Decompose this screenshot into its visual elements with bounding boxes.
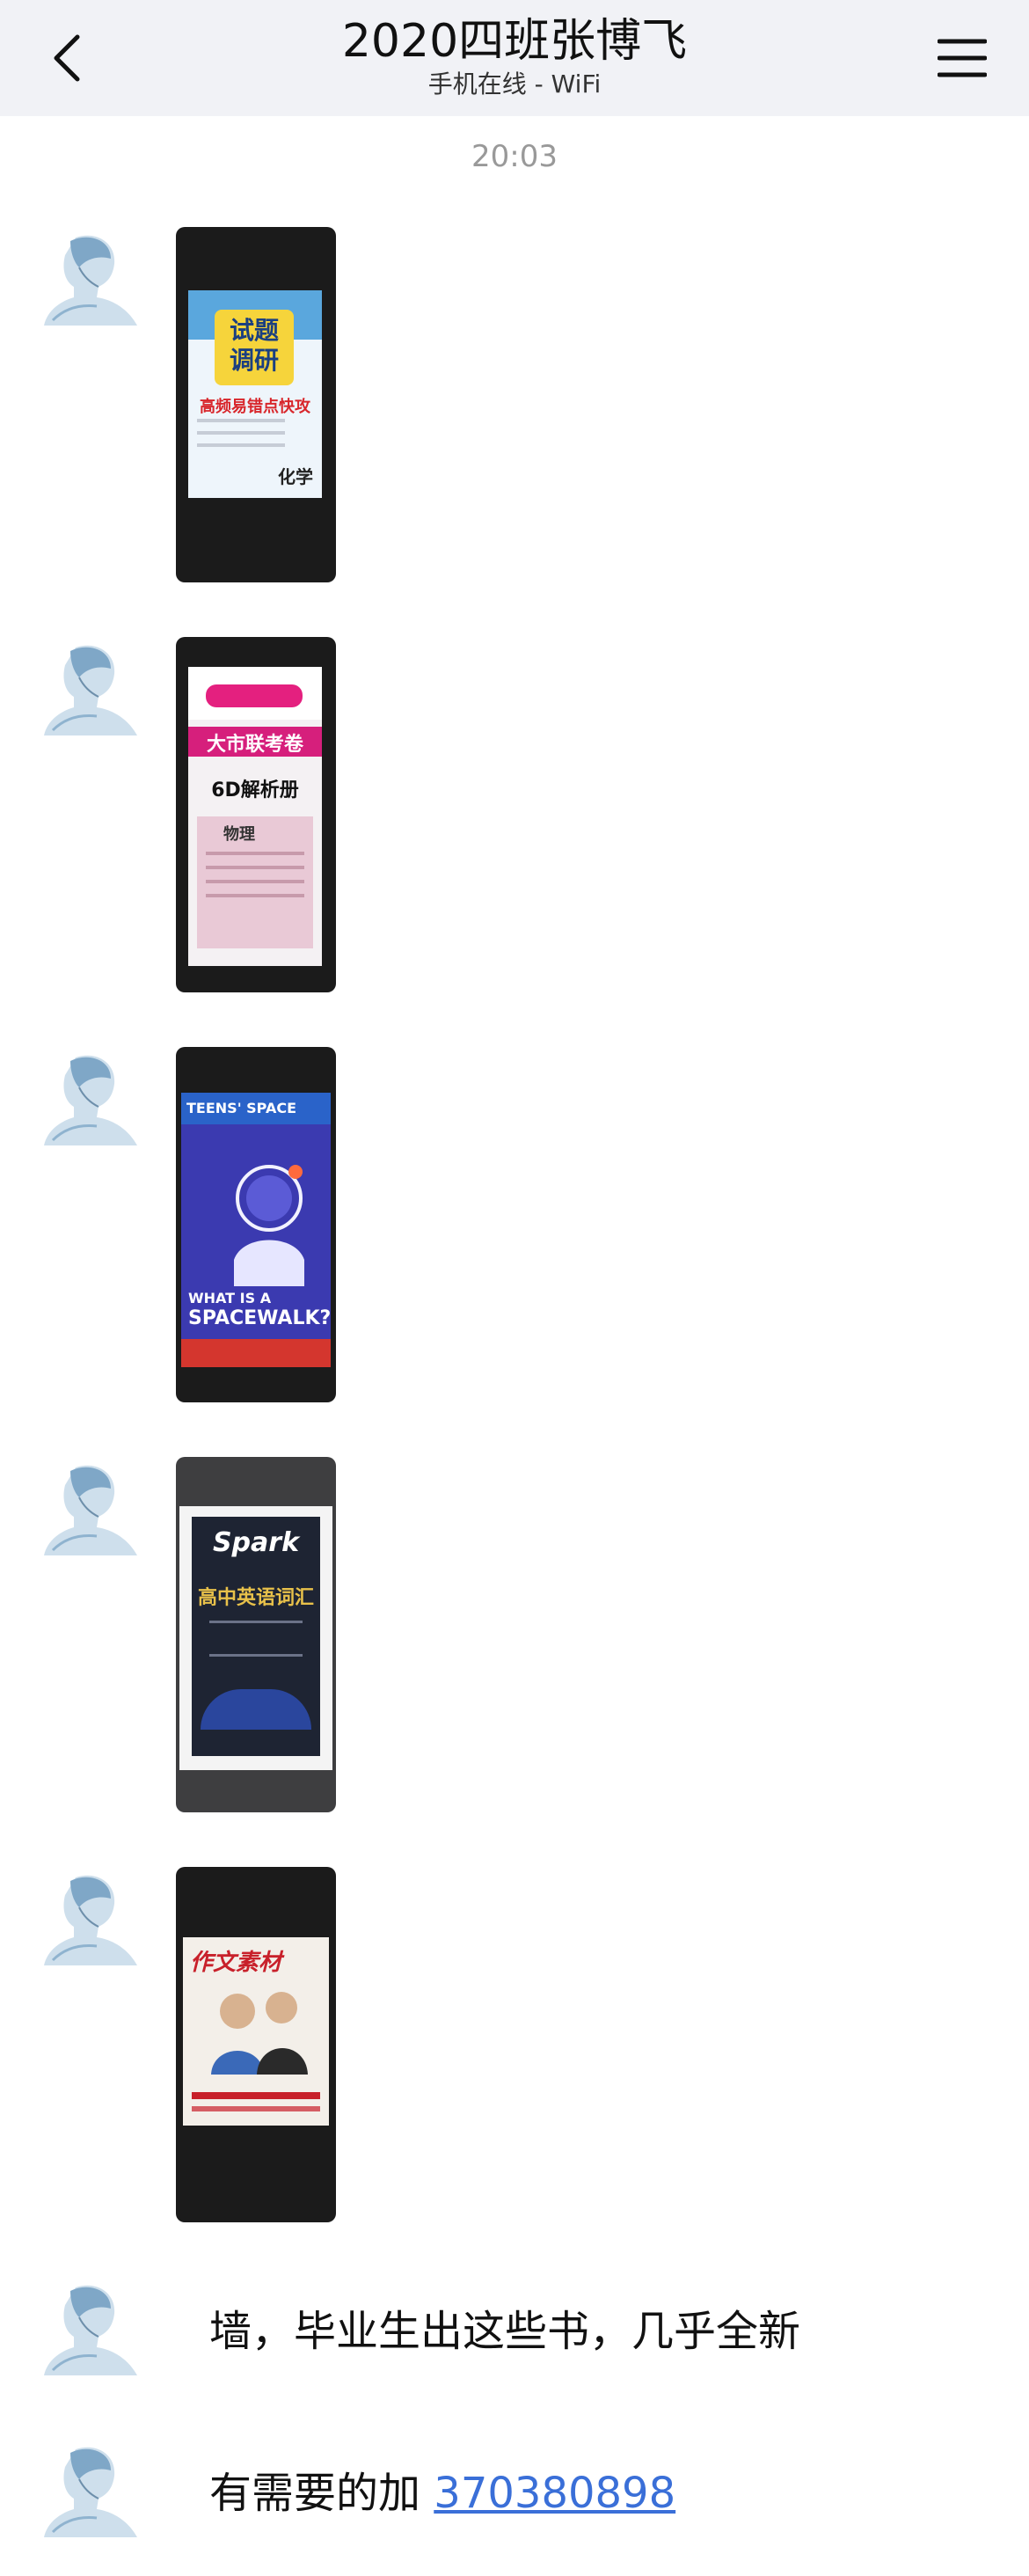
avatar[interactable] xyxy=(35,2279,142,2382)
cover-headline-2: SPACEWALK? xyxy=(188,1307,332,1329)
cover-subtitle: 高频易错点快攻 xyxy=(200,398,310,416)
cover-title: TEENS' SPACE xyxy=(186,1100,296,1116)
cover-subject: 物理 xyxy=(223,825,255,844)
message-row: 作文素材 xyxy=(0,1867,1029,2228)
menu-button[interactable] xyxy=(930,26,994,90)
avatar-sketch-icon xyxy=(44,1055,137,1145)
message-timestamp: 20:03 xyxy=(471,139,558,174)
cover-subtitle: 6D解析册 xyxy=(211,779,299,801)
cover-title: 作文素材 xyxy=(190,1950,282,1976)
avatar-sketch-icon xyxy=(44,2285,137,2375)
cover-title: 试题 xyxy=(229,316,279,345)
cover-subject: 化学 xyxy=(278,466,313,487)
avatar[interactable] xyxy=(35,2441,142,2544)
cover-title-2: 调研 xyxy=(229,346,279,375)
avatar[interactable] xyxy=(35,229,142,333)
cover-headline: WHAT IS A xyxy=(188,1290,272,1306)
avatar-sketch-icon xyxy=(44,1465,137,1555)
text-message[interactable]: 墙，毕业生出这些书，几乎全新 xyxy=(209,2296,800,2358)
menu-icon xyxy=(938,39,987,77)
avatar[interactable] xyxy=(35,1049,142,1153)
image-message[interactable]: 试题 调研 高频易错点快攻 化学 xyxy=(176,227,336,582)
online-status: 手机在线 - WiFi xyxy=(427,70,602,99)
avatar-sketch-icon xyxy=(44,2447,137,2537)
image-message[interactable]: Spark 高中英语词汇 xyxy=(176,1457,336,1812)
contact-number-link[interactable]: 370380898 xyxy=(434,2469,675,2518)
avatar-sketch-icon xyxy=(44,645,137,735)
cover-subtitle: 高中英语词汇 xyxy=(197,1587,314,1609)
book-cover: 试题 调研 高频易错点快攻 化学 xyxy=(188,290,322,498)
book-cover: Spark 高中英语词汇 xyxy=(179,1506,332,1770)
avatar[interactable] xyxy=(35,1869,142,1972)
chat-title: 2020四班张博飞 xyxy=(341,15,688,68)
avatar[interactable] xyxy=(35,1459,142,1562)
image-message[interactable]: TEENS' SPACE WHAT IS A SPACEWALK? xyxy=(176,1047,336,1402)
avatar-sketch-icon xyxy=(44,1875,137,1965)
message-text: 有需要的加 xyxy=(209,2469,421,2518)
book-cover: 大市联考卷 6D解析册 物理 xyxy=(188,667,322,966)
message-row: 试题 调研 高频易错点快攻 化学 xyxy=(0,227,1029,588)
avatar[interactable] xyxy=(35,639,142,743)
avatar-sketch-icon xyxy=(44,235,137,326)
top-bar: 2020四班张博飞 手机在线 - WiFi xyxy=(0,0,1029,116)
message-row: 墙，毕业生出这些书，几乎全新 xyxy=(0,2277,1029,2391)
message-row: Spark 高中英语词汇 xyxy=(0,1457,1029,1818)
message-row: 大市联考卷 6D解析册 物理 xyxy=(0,637,1029,998)
message-row: 有需要的加 370380898 xyxy=(0,2439,1029,2553)
book-cover: 作文素材 xyxy=(183,1937,329,2126)
image-message[interactable]: 大市联考卷 6D解析册 物理 xyxy=(176,637,336,992)
book-cover: TEENS' SPACE WHAT IS A SPACEWALK? xyxy=(181,1093,331,1367)
cover-title: 大市联考卷 xyxy=(206,734,303,756)
text-message: 有需要的加 370380898 xyxy=(209,2458,675,2520)
image-message[interactable]: 作文素材 xyxy=(176,1867,336,2222)
cover-title: Spark xyxy=(212,1527,300,1558)
message-row: TEENS' SPACE WHAT IS A SPACEWALK? xyxy=(0,1047,1029,1408)
